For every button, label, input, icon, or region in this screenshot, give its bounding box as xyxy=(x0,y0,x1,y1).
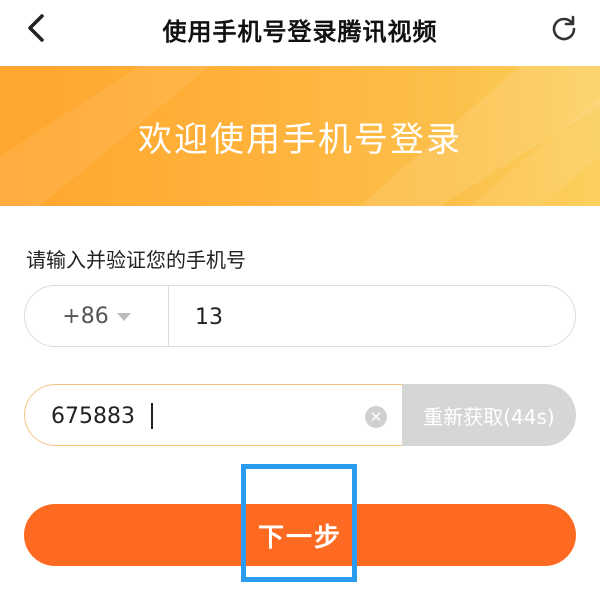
text-cursor xyxy=(151,403,153,429)
phone-number-input[interactable] xyxy=(193,286,557,348)
phone-input-group: +86 xyxy=(24,285,576,348)
refresh-icon xyxy=(552,15,576,41)
welcome-banner: 欢迎使用手机号登录 xyxy=(0,66,600,206)
verification-code-input[interactable] xyxy=(49,385,353,446)
code-field: ✕ xyxy=(24,384,404,446)
clear-icon[interactable]: ✕ xyxy=(365,406,387,428)
code-input-group: ✕ 重新获取(44s) xyxy=(24,384,576,446)
top-bar: 使用手机号登录腾讯视频 xyxy=(0,0,600,62)
page-title: 使用手机号登录腾讯视频 xyxy=(162,18,438,46)
next-button[interactable]: 下一步 xyxy=(24,504,576,566)
login-page: 使用手机号登录腾讯视频 欢迎使用手机号登录 请输入并验证您的手机号 +86 ✕ xyxy=(0,0,600,596)
refresh-button[interactable] xyxy=(548,12,580,44)
phone-label: 请输入并验证您的手机号 xyxy=(26,248,246,272)
dropdown-caret-icon xyxy=(116,313,131,321)
country-code-select[interactable]: +86 xyxy=(25,286,169,346)
banner-title: 欢迎使用手机号登录 xyxy=(138,120,462,160)
resend-code-button[interactable]: 重新获取(44s) xyxy=(402,384,576,446)
country-code-value: +86 xyxy=(62,303,109,329)
